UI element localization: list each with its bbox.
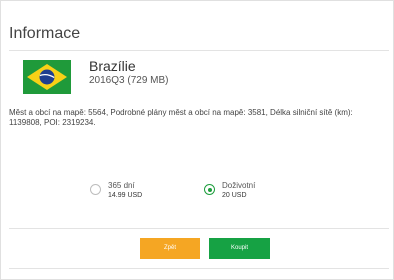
- map-description: Měst a obcí na mapě: 5564, Podrobné plán…: [9, 108, 353, 127]
- bottom-divider: [9, 268, 389, 269]
- radio-selected-dot: [207, 187, 212, 192]
- map-version: 2016Q3 (729 MB): [89, 75, 169, 86]
- option-lifetime-price: 20 USD: [222, 192, 247, 199]
- dialog-title: Informace: [9, 25, 81, 42]
- radio-365-days[interactable]: [90, 184, 101, 195]
- title-divider: [9, 50, 389, 51]
- radio-lifetime[interactable]: [204, 184, 215, 195]
- option-365-days-label: 365 dní: [108, 181, 135, 190]
- buy-button[interactable]: Koupit: [209, 238, 270, 259]
- brazil-flag-icon: [23, 60, 71, 94]
- country-name: Brazílie: [89, 58, 136, 74]
- back-button[interactable]: Zpět: [140, 238, 200, 259]
- footer-divider: [9, 228, 389, 229]
- option-lifetime-label: Doživotní: [222, 181, 256, 190]
- option-365-days-price: 14.99 USD: [108, 192, 143, 199]
- info-dialog: Informace Brazílie 2016Q3 (729 MB) Měst …: [0, 0, 394, 280]
